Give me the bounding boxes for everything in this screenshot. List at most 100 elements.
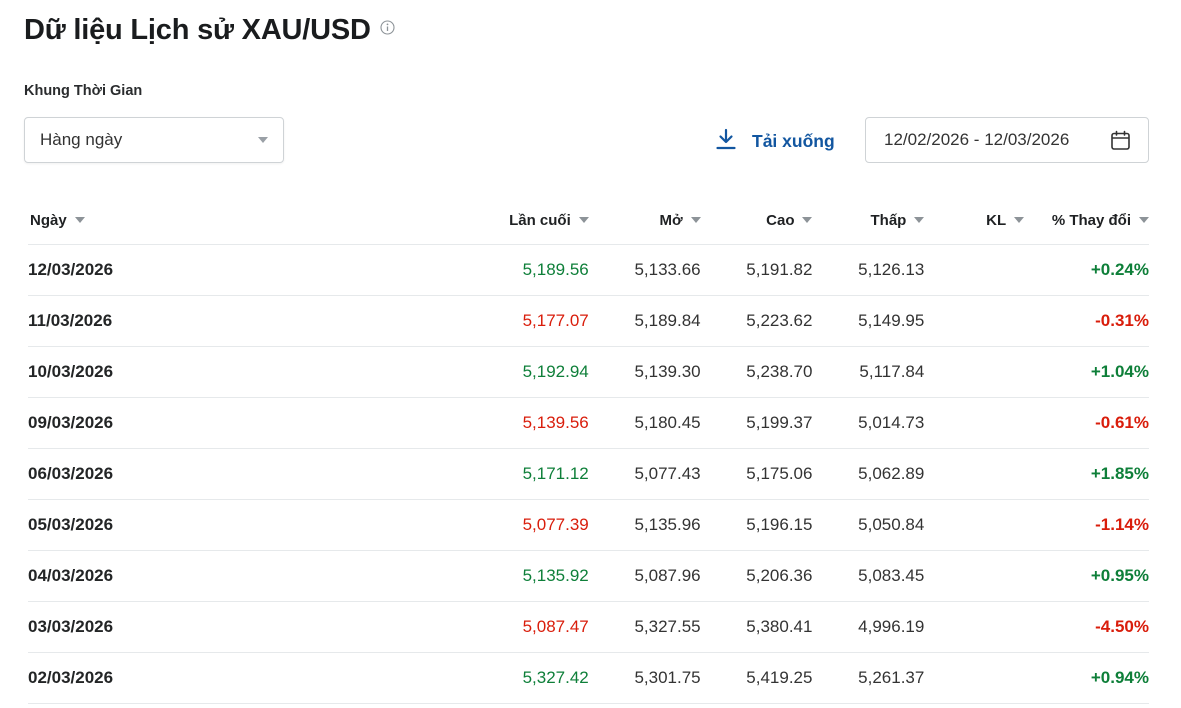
cell-last: 5,327.42 — [458, 652, 589, 704]
cell-last: 5,189.56 — [458, 244, 589, 296]
cell-date: 05/03/2026 — [28, 499, 459, 551]
header-change-label: % Thay đổi — [1051, 211, 1131, 229]
header-high[interactable]: Cao — [700, 196, 813, 245]
cell-date: 02/03/2026 — [28, 652, 459, 704]
date-range-value: 12/02/2026 - 12/03/2026 — [884, 130, 1070, 149]
cell-high: 5,206.36 — [700, 550, 813, 602]
header-volume[interactable]: KL — [924, 196, 1025, 245]
timeframe-label: Khung Thời Gian — [24, 83, 143, 99]
cell-change: -4.50% — [1024, 601, 1149, 653]
table-row: 02/03/2026 5,327.42 5,301.75 5,419.25 5,261.… — [28, 652, 1149, 704]
header-open-label: Mở — [659, 211, 683, 229]
cell-high: 5,175.06 — [700, 448, 813, 500]
cell-date: 11/03/2026 — [28, 295, 459, 347]
cell-high: 5,191.82 — [700, 244, 813, 296]
cell-change: +0.94% — [1024, 652, 1149, 704]
cell-open: 5,135.96 — [588, 499, 701, 551]
cell-low: 5,050.84 — [812, 499, 925, 551]
cell-volume — [924, 448, 1025, 500]
cell-volume — [924, 397, 1025, 449]
cell-change: -0.61% — [1024, 397, 1149, 449]
download-label: Tải xuống — [752, 131, 835, 151]
cell-low: 5,014.73 — [812, 397, 925, 449]
sort-caret-icon — [1139, 217, 1149, 223]
sort-caret-icon — [1014, 217, 1025, 223]
cell-high: 5,223.62 — [700, 295, 813, 347]
page-title: Dữ liệu Lịch sử XAU/USD — [24, 14, 371, 46]
cell-date: 03/03/2026 — [28, 601, 459, 653]
header-last-label: Lần cuối — [509, 211, 571, 229]
cell-low: 5,062.89 — [812, 448, 925, 500]
cell-change: -0.31% — [1024, 295, 1149, 347]
cell-date: 09/03/2026 — [28, 397, 459, 449]
header-volume-label: KL — [986, 211, 1007, 229]
timeframe-select[interactable]: Hàng ngày — [24, 117, 284, 163]
table-row: 03/03/2026 5,087.47 5,327.55 5,380.41 4,996.… — [28, 601, 1149, 653]
table-row: 10/03/2026 5,192.94 5,139.30 5,238.70 5,117.… — [28, 346, 1149, 398]
sort-caret-icon — [914, 217, 925, 223]
cell-date: 04/03/2026 — [28, 550, 459, 602]
cell-last: 5,171.12 — [458, 448, 589, 500]
cell-high: 5,196.15 — [700, 499, 813, 551]
cell-open: 5,301.75 — [588, 652, 701, 704]
cell-low: 5,149.95 — [812, 295, 925, 347]
cell-low: 5,261.37 — [812, 652, 925, 704]
header-last[interactable]: Lần cuối — [458, 196, 589, 245]
cell-date: 06/03/2026 — [28, 448, 459, 500]
sort-caret-icon — [690, 217, 701, 223]
cell-change: +0.24% — [1024, 244, 1149, 296]
header-date-label: Ngày — [30, 211, 67, 229]
cell-change: +1.85% — [1024, 448, 1149, 500]
cell-change: -1.14% — [1024, 499, 1149, 551]
cell-date: 12/03/2026 — [28, 244, 459, 296]
cell-last: 5,077.39 — [458, 499, 589, 551]
download-button[interactable]: Tải xuống — [714, 127, 835, 156]
sort-caret-icon — [578, 217, 589, 223]
info-icon[interactable] — [380, 20, 395, 35]
caret-down-icon — [258, 137, 268, 143]
table-row: 09/03/2026 5,139.56 5,180.45 5,199.37 5,014.… — [28, 397, 1149, 449]
header-high-label: Cao — [766, 211, 795, 229]
table-row: 11/03/2026 5,177.07 5,189.84 5,223.62 5,149.… — [28, 295, 1149, 347]
cell-volume — [924, 499, 1025, 551]
cell-open: 5,133.66 — [588, 244, 701, 296]
table-header-row: Ngày Lần cuối Mở Cao Thấp KL % Thay đổi — [28, 196, 1149, 245]
header-low-label: Thấp — [870, 211, 907, 229]
cell-low: 5,126.13 — [812, 244, 925, 296]
cell-low: 4,996.19 — [812, 601, 925, 653]
cell-volume — [924, 550, 1025, 602]
calendar-icon — [1110, 130, 1131, 156]
cell-high: 5,419.25 — [700, 652, 813, 704]
sort-caret-icon — [802, 217, 813, 223]
cell-open: 5,180.45 — [588, 397, 701, 449]
cell-low: 5,083.45 — [812, 550, 925, 602]
header-date[interactable]: Ngày — [28, 196, 459, 245]
cell-change: +0.95% — [1024, 550, 1149, 602]
timeframe-selected-value: Hàng ngày — [40, 130, 123, 149]
cell-open: 5,087.96 — [588, 550, 701, 602]
title-row: Dữ liệu Lịch sử XAU/USD — [24, 14, 395, 47]
header-low[interactable]: Thấp — [812, 196, 925, 245]
cell-low: 5,117.84 — [812, 346, 925, 398]
cell-last: 5,177.07 — [458, 295, 589, 347]
cell-change: +1.04% — [1024, 346, 1149, 398]
table-row: 12/03/2026 5,189.56 5,133.66 5,191.82 5,126.… — [28, 244, 1149, 296]
table-row: 06/03/2026 5,171.12 5,077.43 5,175.06 5,062.… — [28, 448, 1149, 500]
header-change[interactable]: % Thay đổi — [1024, 196, 1149, 245]
date-range-picker[interactable]: 12/02/2026 - 12/03/2026 — [865, 117, 1149, 163]
cell-open: 5,189.84 — [588, 295, 701, 347]
cell-volume — [924, 295, 1025, 347]
download-icon — [714, 127, 738, 156]
cell-open: 5,327.55 — [588, 601, 701, 653]
cell-volume — [924, 652, 1025, 704]
cell-last: 5,192.94 — [458, 346, 589, 398]
cell-open: 5,077.43 — [588, 448, 701, 500]
cell-volume — [924, 244, 1025, 296]
cell-volume — [924, 601, 1025, 653]
cell-open: 5,139.30 — [588, 346, 701, 398]
cell-volume — [924, 346, 1025, 398]
cell-high: 5,199.37 — [700, 397, 813, 449]
cell-date: 10/03/2026 — [28, 346, 459, 398]
table-row: 04/03/2026 5,135.92 5,087.96 5,206.36 5,083.… — [28, 550, 1149, 602]
header-open[interactable]: Mở — [588, 196, 701, 245]
